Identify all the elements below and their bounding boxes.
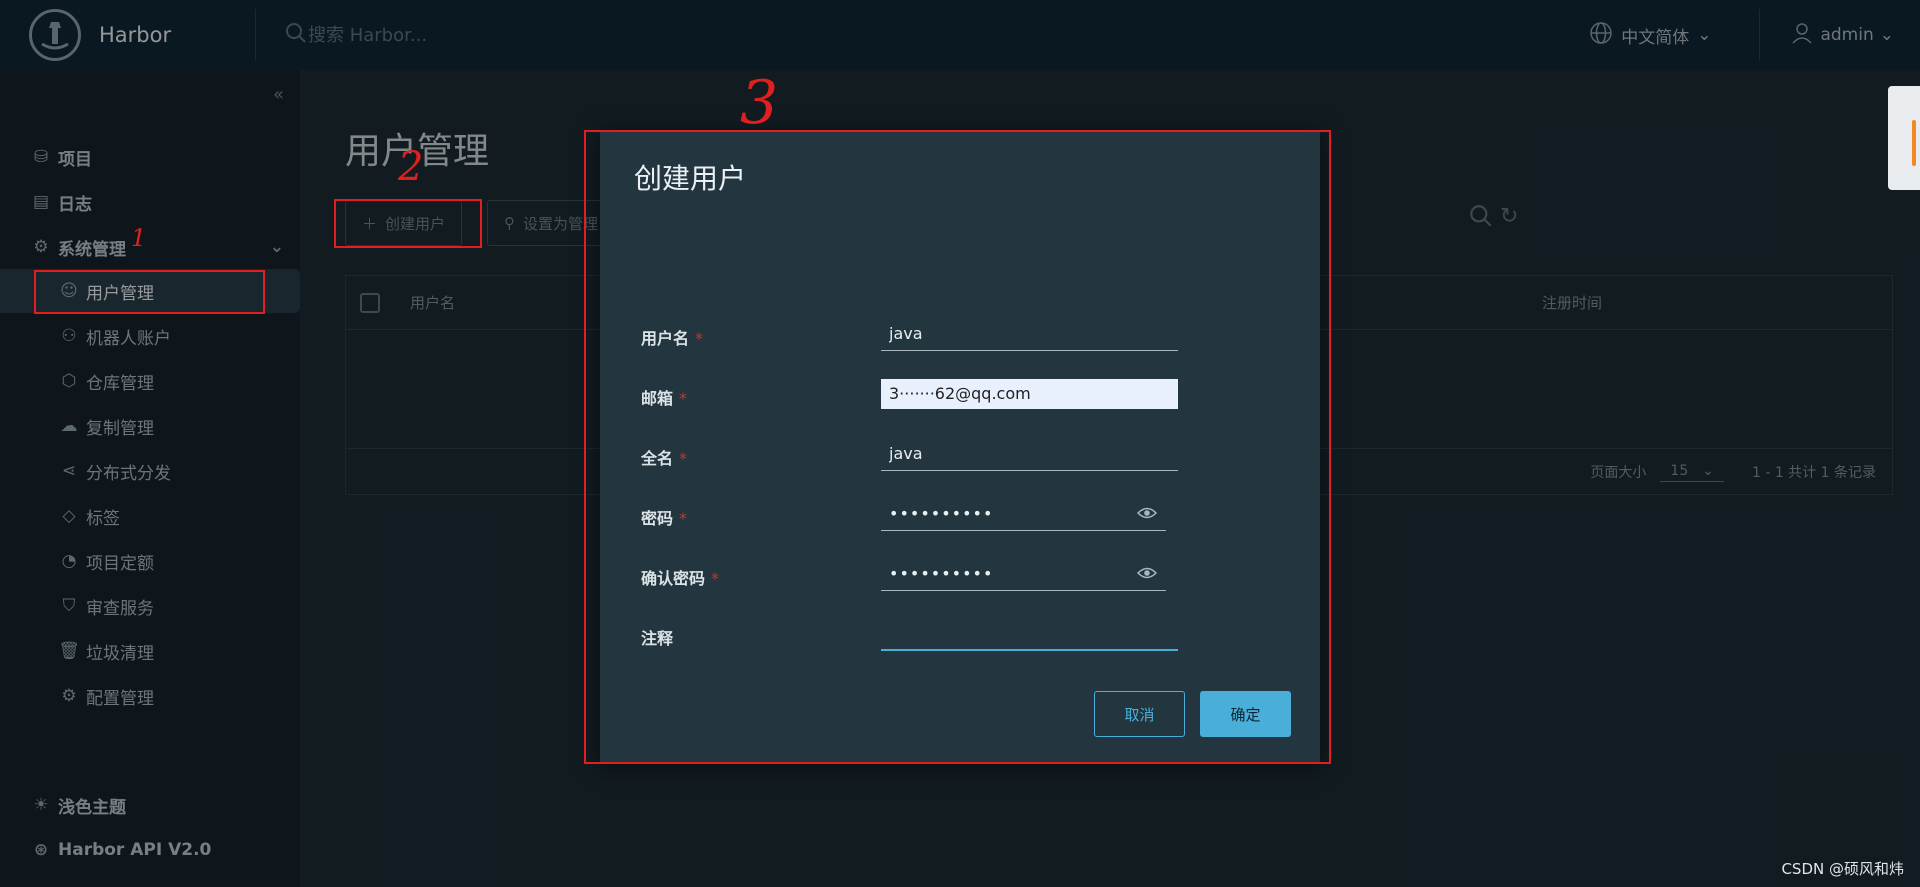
annotation-step-2: 2 [398,144,424,190]
annotation-step-3: 3 [740,68,779,138]
annotation-box-create [334,199,482,248]
side-widget-indicator [1912,120,1916,166]
annotation-box-users [34,270,265,314]
side-widget[interactable] [1888,86,1920,190]
annotation-step-1: 1 [131,224,147,252]
watermark: CSDN @硕风和炜 [1781,860,1904,878]
annotation-box-dialog [584,130,1331,764]
